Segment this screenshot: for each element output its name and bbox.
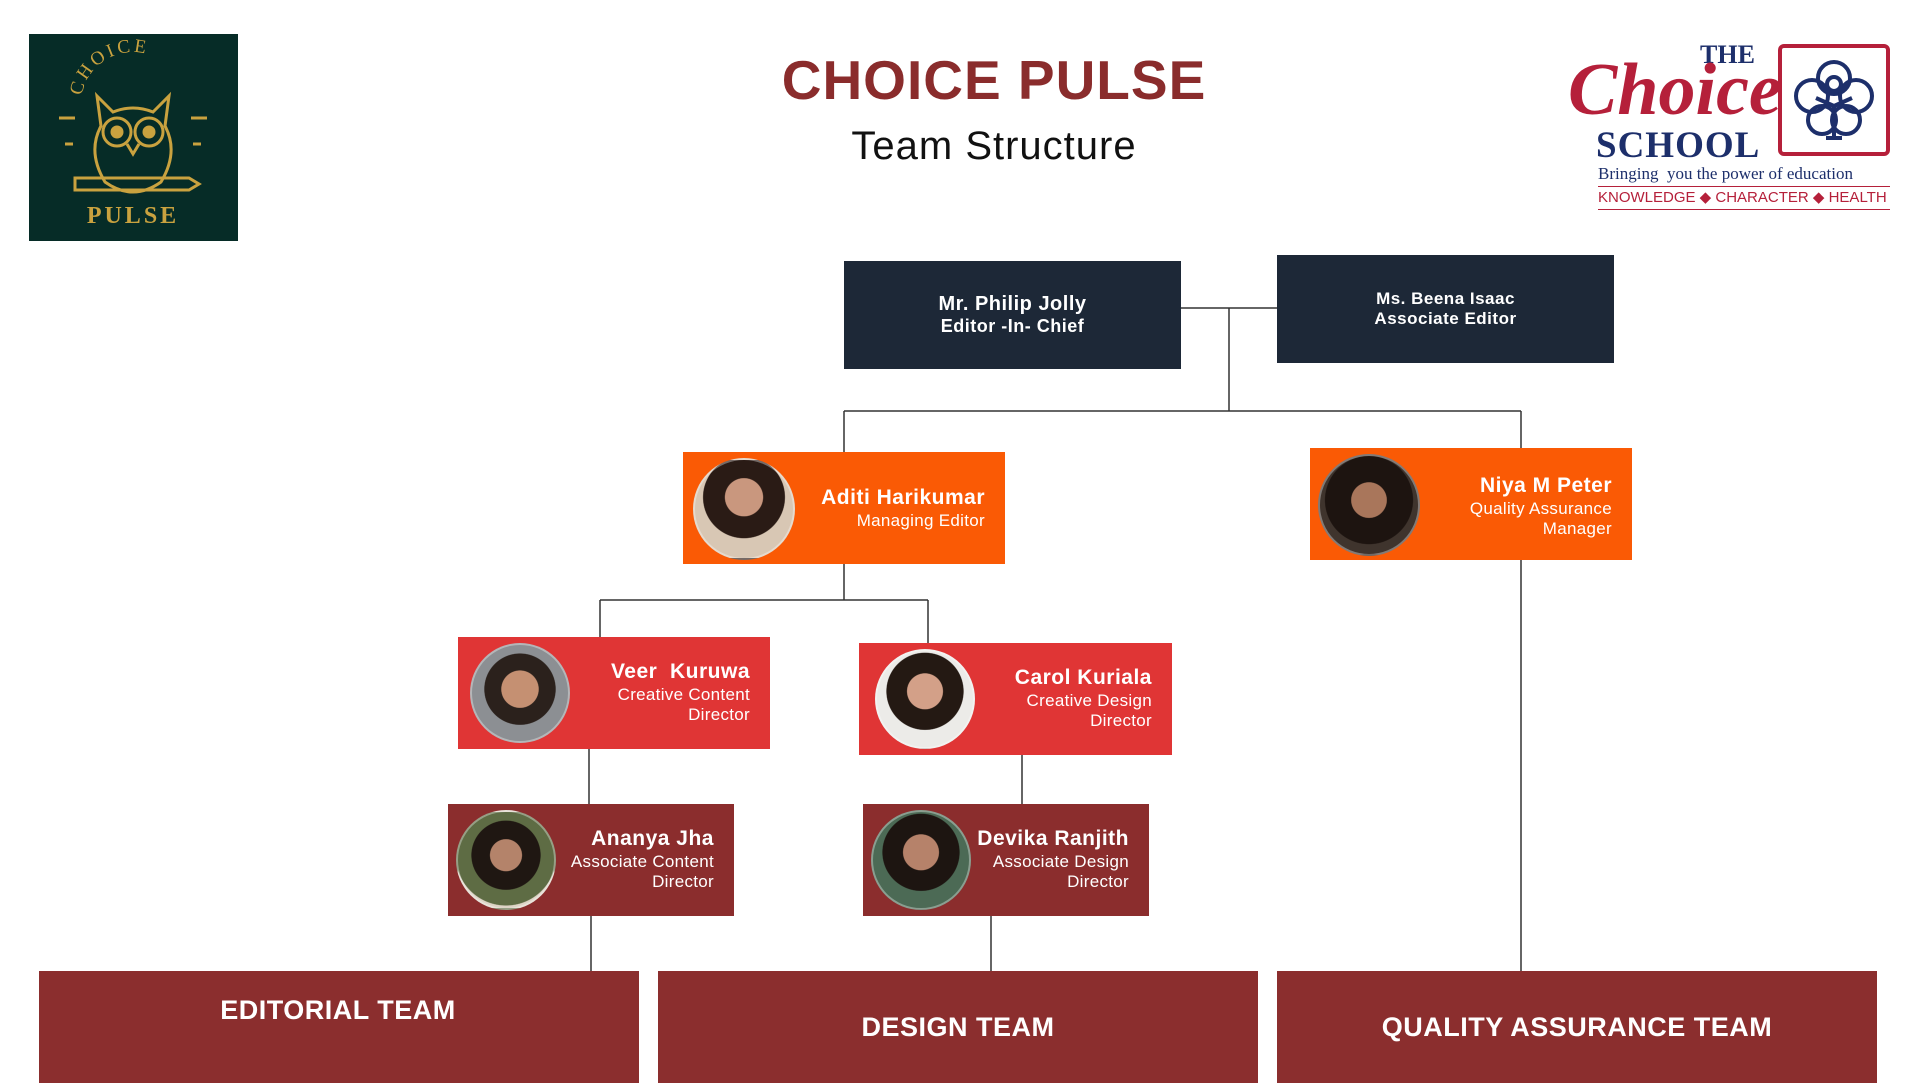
school-logo: THE Choice SCHOOL Bringing you the power… — [1564, 38, 1894, 213]
team-editorial: EDITORIAL TEAM — [39, 971, 639, 1083]
node-role: Associate Design — [992, 852, 1129, 871]
node-role: Quality Assurance — [1469, 499, 1612, 518]
school-logo-divider — [1598, 186, 1890, 187]
node-role: Director — [1067, 872, 1129, 891]
node-name: Carol Kuriala — [1014, 666, 1152, 689]
team-quality-assurance: QUALITY ASSURANCE TEAM — [1277, 971, 1877, 1083]
node-name: Ananya Jha — [591, 827, 714, 850]
node-role: Manager — [1542, 519, 1612, 538]
node-name: Ms. Beena Isaac — [1376, 289, 1515, 308]
avatar — [871, 810, 971, 910]
team-label: QUALITY ASSURANCE TEAM — [1381, 1011, 1773, 1042]
node-text: Devika Ranjith Associate Design Director — [977, 826, 1129, 892]
node-text: Carol Kuriala Creative Design Director — [1015, 665, 1152, 731]
avatar — [470, 643, 570, 743]
avatar — [875, 649, 975, 749]
svg-text:PULSE: PULSE — [87, 203, 179, 229]
team-label: DESIGN TEAM — [861, 1011, 1055, 1042]
node-name: Mr. Philip Jolly — [938, 293, 1087, 315]
node-creative-content-director: Veer Kuruwa Creative Content Director — [458, 637, 770, 749]
node-text: Veer Kuruwa Creative Content Director — [611, 659, 750, 725]
node-creative-design-director: Carol Kuriala Creative Design Director — [859, 643, 1172, 755]
node-text: Niya M Peter Quality Assurance Manager — [1470, 473, 1612, 539]
avatar — [1318, 454, 1420, 556]
node-role: Managing Editor — [856, 511, 985, 530]
node-editor-in-chief: Mr. Philip Jolly Editor -In- Chief — [844, 261, 1181, 369]
node-qa-manager: Niya M Peter Quality Assurance Manager — [1310, 448, 1632, 560]
school-logo-school: SCHOOL — [1596, 125, 1761, 166]
avatar — [693, 458, 795, 560]
node-name: Niya M Peter — [1479, 474, 1612, 497]
node-role: Creative Content — [617, 685, 750, 704]
node-name: Veer Kuruwa — [610, 660, 750, 683]
node-role: Creative Design — [1026, 691, 1152, 710]
node-text: Ananya Jha Associate Content Director — [571, 826, 714, 892]
team-design: DESIGN TEAM — [658, 971, 1258, 1083]
node-text: Aditi Harikumar Managing Editor — [821, 485, 985, 531]
node-role: Director — [652, 872, 714, 891]
node-role: Director — [1090, 711, 1152, 730]
node-role: Director — [688, 705, 750, 724]
school-logo-pillars: KNOWLEDGE ◆ CHARACTER ◆ HEALTH — [1598, 189, 1887, 206]
node-role: Editor -In- Chief — [940, 316, 1085, 336]
node-name: Devika Ranjith — [977, 827, 1129, 850]
node-role: Associate Editor — [1374, 309, 1517, 328]
node-managing-editor: Aditi Harikumar Managing Editor — [683, 452, 1005, 564]
school-emblem-icon — [1778, 44, 1890, 156]
school-logo-tagline: Bringing you the power of education — [1598, 164, 1853, 183]
node-name: Aditi Harikumar — [821, 486, 985, 509]
node-associate-editor: Ms. Beena Isaac Associate Editor — [1277, 255, 1614, 363]
avatar — [456, 810, 556, 910]
school-logo-choice: Choice — [1568, 49, 1782, 131]
team-label: EDITORIAL TEAM — [220, 995, 456, 1025]
school-logo-underline — [1598, 209, 1890, 210]
node-associate-content-director: Ananya Jha Associate Content Director — [448, 804, 734, 916]
node-role: Associate Content — [570, 852, 714, 871]
node-associate-design-director: Devika Ranjith Associate Design Director — [863, 804, 1149, 916]
